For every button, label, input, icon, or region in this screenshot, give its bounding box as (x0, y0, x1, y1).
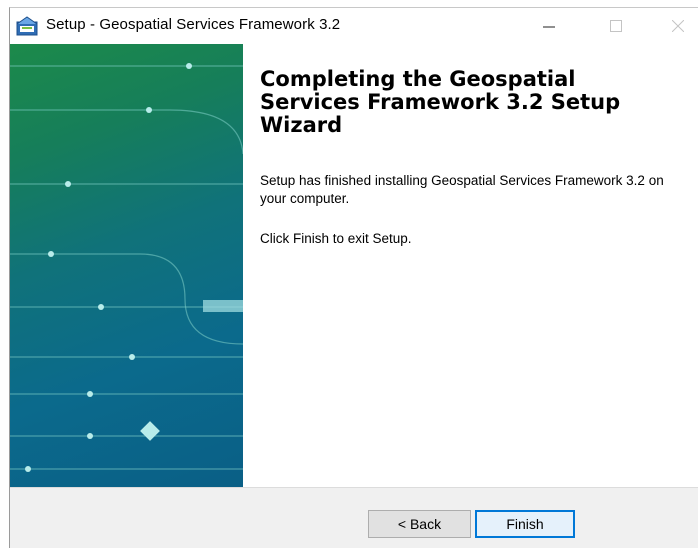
main-content: Completing the Geospatial Services Frame… (243, 44, 698, 487)
finish-button[interactable]: Finish (475, 510, 575, 538)
close-button[interactable] (655, 8, 698, 44)
maximize-button[interactable] (593, 8, 639, 44)
back-button[interactable]: < Back (368, 510, 471, 538)
minimize-button[interactable] (526, 8, 572, 44)
button-bar: < Back Finish (10, 487, 698, 548)
page-title: Completing the Geospatial Services Frame… (260, 67, 621, 137)
wizard-graphic (10, 44, 243, 487)
close-icon (671, 17, 685, 36)
exit-instruction: Click Finish to exit Setup. (260, 231, 412, 246)
installer-icon (16, 16, 38, 36)
title-bar[interactable]: Setup - Geospatial Services Framework 3.… (10, 8, 698, 44)
finish-message: Setup has finished installing Geospatial… (260, 173, 664, 206)
setup-window: Setup - Geospatial Services Framework 3.… (9, 7, 698, 548)
maximize-icon (610, 17, 622, 36)
minimize-icon (543, 17, 555, 36)
window-title: Setup - Geospatial Services Framework 3.… (46, 16, 341, 33)
